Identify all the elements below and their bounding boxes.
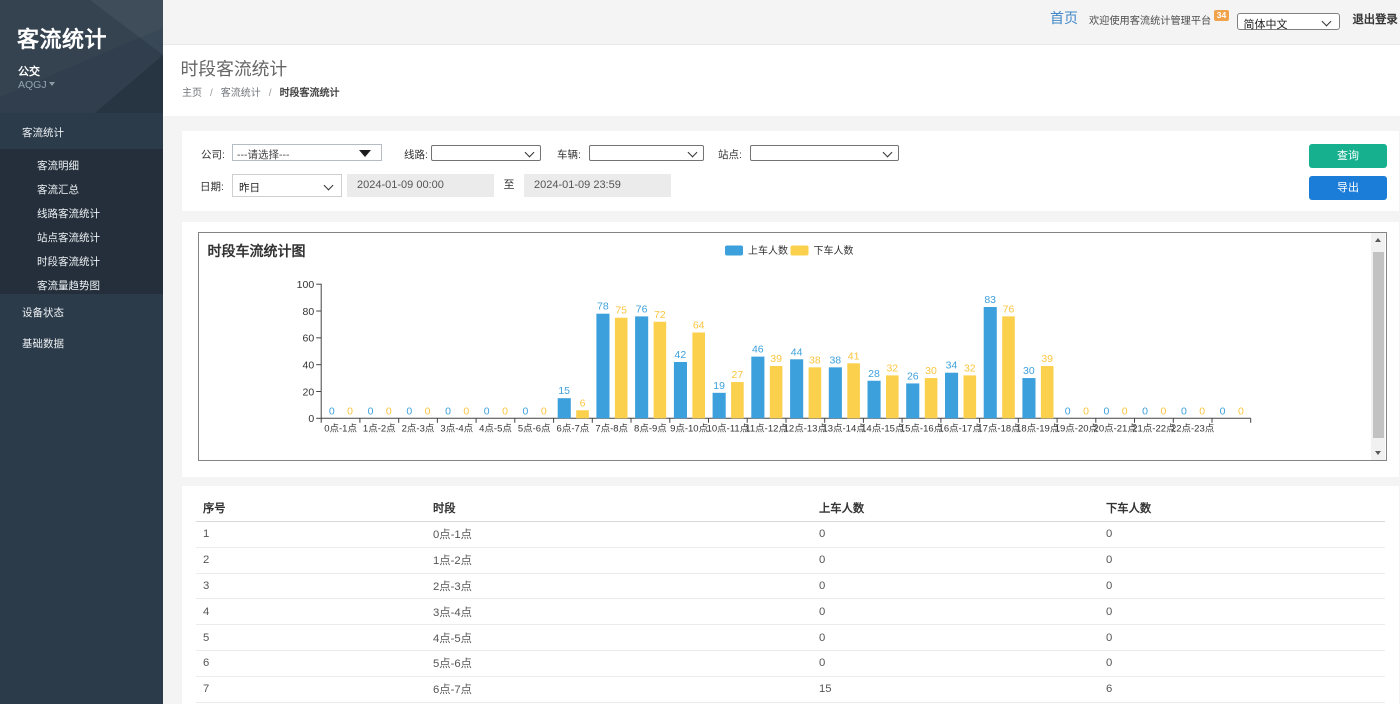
svg-text:0: 0 (445, 405, 451, 417)
svg-text:0: 0 (1238, 405, 1244, 417)
svg-text:11点-12点: 11点-12点 (745, 424, 788, 435)
svg-text:17点-18点: 17点-18点 (977, 424, 1021, 435)
svg-text:下车人数: 下车人数 (814, 244, 854, 257)
svg-text:60: 60 (303, 333, 315, 345)
svg-text:8点-9点: 8点-9点 (634, 424, 667, 435)
svg-text:46: 46 (752, 344, 764, 356)
svg-text:30: 30 (925, 365, 937, 377)
svg-text:0: 0 (308, 413, 314, 425)
svg-text:0: 0 (463, 405, 469, 417)
svg-text:0: 0 (1083, 405, 1089, 417)
svg-text:83: 83 (984, 294, 996, 306)
svg-text:7点-8点: 7点-8点 (595, 424, 628, 435)
svg-text:0: 0 (1065, 405, 1071, 417)
svg-text:9点-10点: 9点-10点 (670, 424, 709, 435)
svg-text:20点-21点: 20点-21点 (1094, 424, 1138, 435)
svg-text:80: 80 (303, 306, 315, 318)
svg-text:6: 6 (580, 397, 586, 409)
svg-text:0: 0 (484, 405, 490, 417)
svg-text:0: 0 (368, 405, 374, 417)
svg-text:3点-4点: 3点-4点 (440, 424, 473, 435)
svg-text:100: 100 (297, 279, 315, 291)
svg-text:40: 40 (303, 359, 315, 371)
svg-text:0: 0 (1220, 405, 1226, 417)
svg-text:时段车流统计图: 时段车流统计图 (208, 243, 306, 259)
svg-text:27: 27 (732, 369, 744, 381)
svg-text:13点-14点: 13点-14点 (822, 424, 866, 435)
svg-text:0: 0 (329, 405, 335, 417)
svg-text:上车人数: 上车人数 (748, 244, 788, 257)
svg-text:26: 26 (907, 370, 919, 382)
svg-text:14点-15点: 14点-15点 (861, 424, 905, 435)
svg-text:0: 0 (347, 405, 353, 417)
svg-text:34: 34 (946, 360, 958, 372)
svg-text:21点-22点: 21点-22点 (1132, 424, 1176, 435)
svg-text:15点-16点: 15点-16点 (900, 424, 944, 435)
svg-text:44: 44 (791, 346, 803, 358)
svg-text:38: 38 (809, 354, 821, 366)
svg-text:0: 0 (406, 405, 412, 417)
svg-text:0: 0 (1199, 405, 1205, 417)
svg-text:0: 0 (522, 405, 528, 417)
svg-text:12点-13点: 12点-13点 (784, 424, 828, 435)
svg-text:76: 76 (636, 303, 648, 315)
svg-text:72: 72 (654, 309, 666, 321)
svg-text:20: 20 (303, 386, 315, 398)
svg-text:0: 0 (1160, 405, 1166, 417)
svg-text:0: 0 (1142, 405, 1148, 417)
svg-text:0: 0 (425, 405, 431, 417)
svg-text:42: 42 (675, 349, 687, 361)
svg-text:0: 0 (541, 405, 547, 417)
svg-text:0: 0 (1103, 405, 1109, 417)
svg-text:10点-11点: 10点-11点 (707, 424, 750, 435)
svg-text:1点-2点: 1点-2点 (363, 424, 396, 435)
svg-text:39: 39 (1041, 353, 1053, 365)
svg-text:64: 64 (693, 319, 705, 331)
svg-text:39: 39 (770, 353, 782, 365)
svg-text:41: 41 (848, 350, 860, 362)
svg-text:18点-19点: 18点-19点 (1016, 424, 1060, 435)
svg-text:30: 30 (1023, 365, 1035, 377)
svg-text:0点-1点: 0点-1点 (324, 424, 357, 435)
svg-text:16点-17点: 16点-17点 (939, 424, 983, 435)
svg-text:75: 75 (615, 305, 627, 317)
svg-text:28: 28 (868, 368, 880, 380)
svg-text:15: 15 (558, 385, 570, 397)
svg-text:0: 0 (1122, 405, 1128, 417)
svg-text:38: 38 (829, 354, 841, 366)
svg-text:5点-6点: 5点-6点 (518, 424, 551, 435)
svg-text:0: 0 (1181, 405, 1187, 417)
svg-text:78: 78 (597, 301, 609, 313)
svg-text:76: 76 (1003, 303, 1015, 315)
svg-text:32: 32 (964, 362, 976, 374)
svg-text:2点-3点: 2点-3点 (402, 424, 435, 435)
svg-text:19点-20点: 19点-20点 (1055, 424, 1099, 435)
svg-text:0: 0 (502, 405, 508, 417)
svg-text:4点-5点: 4点-5点 (479, 424, 512, 435)
svg-text:22点-23点: 22点-23点 (1171, 424, 1215, 435)
svg-text:19: 19 (713, 380, 725, 392)
svg-text:6点-7点: 6点-7点 (557, 424, 590, 435)
svg-text:32: 32 (886, 362, 898, 374)
svg-text:0: 0 (386, 405, 392, 417)
